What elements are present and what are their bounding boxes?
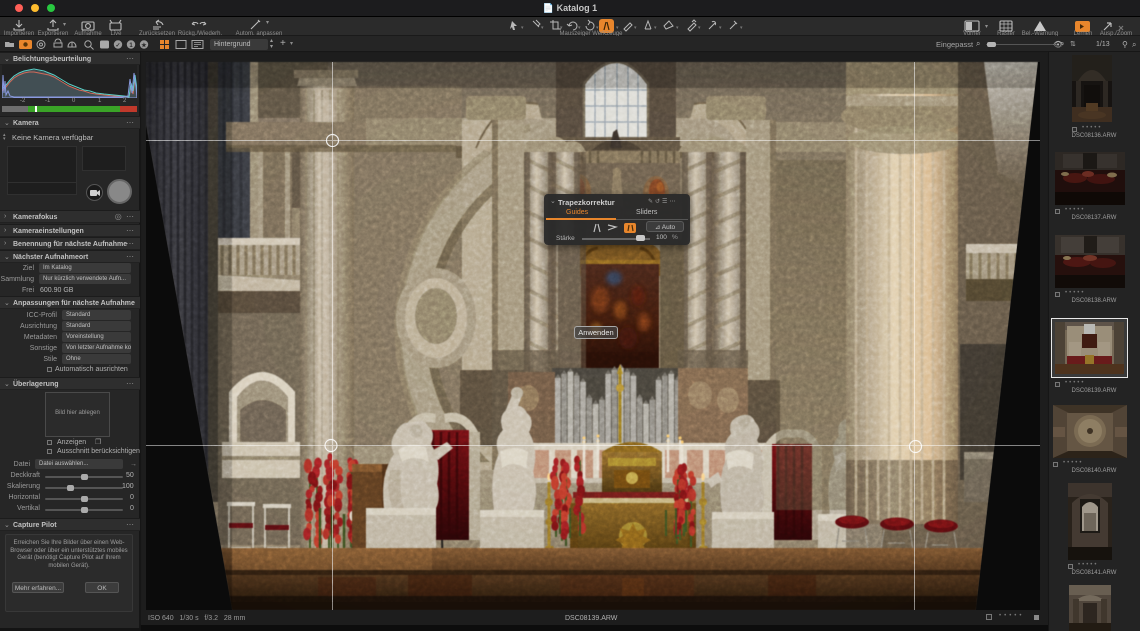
svg-text:▾: ▾ [654,25,657,31]
svg-text:▾: ▾ [719,25,722,31]
svg-text:▾: ▾ [521,25,524,31]
svg-text:✓: ✓ [115,43,120,49]
svg-text:▾: ▾ [740,25,743,31]
svg-text:▾: ▾ [985,24,988,30]
svg-text:▾: ▾ [676,25,679,31]
svg-text:▾: ▾ [541,25,544,31]
svg-text:★: ★ [141,42,147,49]
svg-text:▾: ▾ [63,22,66,28]
svg-text:▾: ▾ [266,20,269,26]
svg-text:▾: ▾ [634,25,637,31]
svg-text:▾: ▾ [698,25,701,31]
